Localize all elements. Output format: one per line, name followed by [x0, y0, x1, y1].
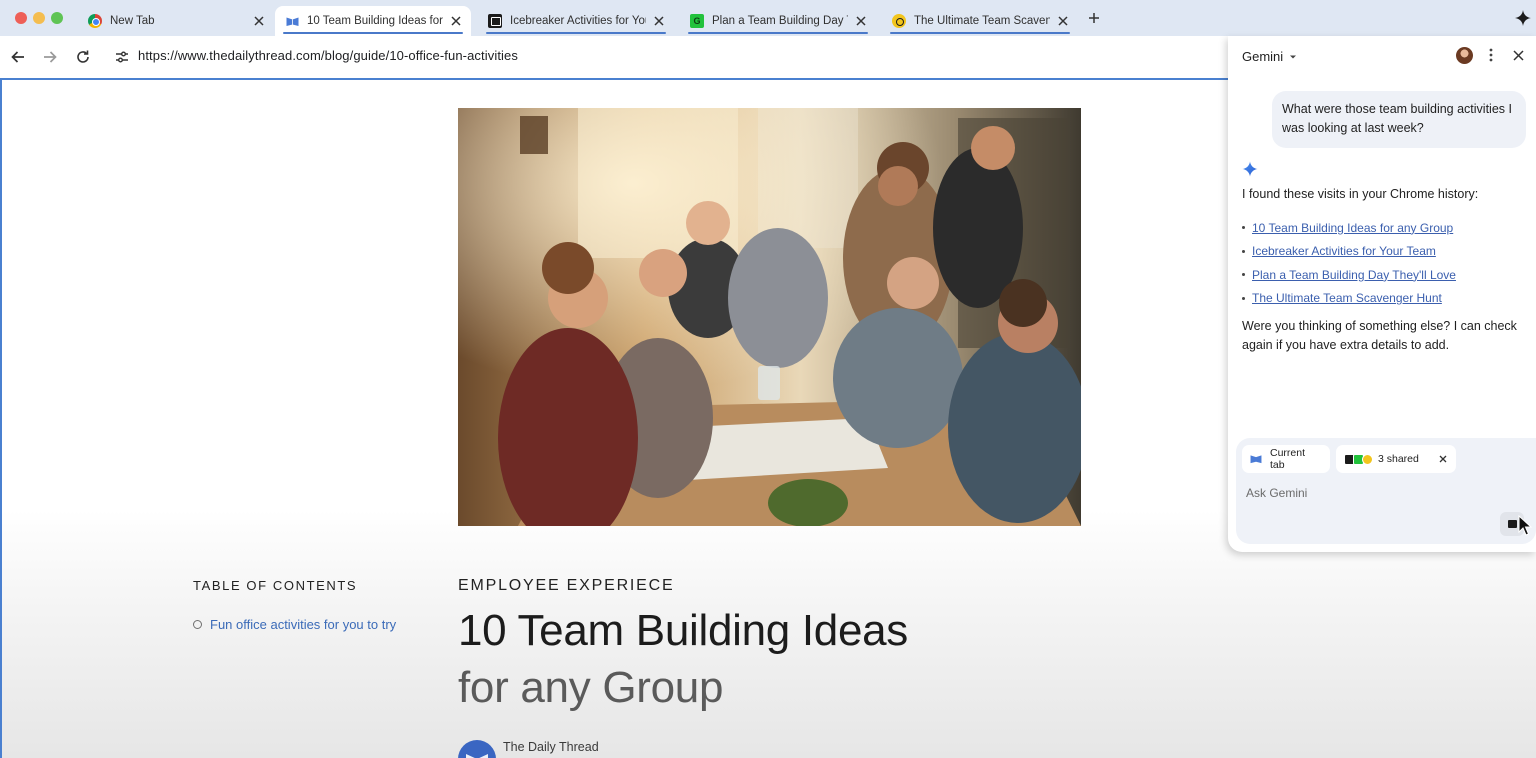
history-link[interactable]: 10 Team Building Ideas for any Group [1252, 221, 1453, 235]
bullet-icon [1242, 249, 1245, 253]
user-message-bubble: What were those team building activities… [1272, 91, 1526, 148]
reload-icon [77, 50, 89, 63]
green-g-icon: G [690, 14, 704, 28]
author-name: The Daily Thread [503, 740, 599, 754]
article-title-line1: 10 Team Building Ideas [458, 606, 909, 655]
toc-item-label: Fun office activities for you to try [210, 617, 397, 632]
history-link[interactable]: Icebreaker Activities for Your Team [1252, 244, 1436, 258]
tab-title: New Tab [110, 15, 155, 27]
article-kicker: EMPLOYEE EXPERIECE [458, 577, 675, 594]
gemini-panel: Gemini What were those team building act… [1228, 36, 1536, 552]
bullet-icon [1242, 273, 1245, 277]
address-bar-url[interactable]: https://www.thedailythread.com/blog/guid… [138, 48, 518, 63]
author-avatar [458, 740, 496, 758]
back-button[interactable] [8, 47, 28, 67]
arrow-left-icon [11, 51, 24, 63]
window-maximize-button[interactable] [51, 12, 63, 24]
tab-group-underline [688, 32, 868, 34]
browser-toolbar: https://www.thedailythread.com/blog/guid… [0, 36, 1228, 78]
tab-group-underline [486, 32, 666, 34]
tune-icon [116, 51, 128, 63]
tab-new-tab[interactable]: New Tab [78, 6, 274, 36]
ask-gemini-input[interactable]: Ask Gemini [1246, 486, 1307, 500]
current-tab-chip[interactable]: Current tab [1242, 445, 1330, 473]
close-icon[interactable] [449, 14, 463, 28]
bullet-icon [1242, 296, 1245, 300]
close-icon[interactable] [1056, 14, 1070, 28]
history-link-list: 10 Team Building Ideas for any Group Ice… [1242, 216, 1456, 310]
chrome-icon [88, 14, 102, 28]
book-icon [285, 14, 299, 28]
new-tab-button[interactable] [1086, 10, 1102, 26]
tab-title: The Ultimate Team Scavenger Hunt [914, 15, 1050, 27]
yellow-ring-icon [1362, 453, 1373, 465]
more-options-button[interactable] [1484, 46, 1498, 64]
close-panel-button[interactable] [1510, 47, 1526, 63]
forward-button[interactable] [40, 47, 60, 67]
bullet-icon [1242, 226, 1245, 230]
book-icon [1250, 453, 1262, 465]
shared-favicons [1344, 453, 1373, 465]
article-title: 10 Team Building Ideas for any Group [458, 602, 1078, 716]
tab-icebreaker-activities[interactable]: Icebreaker Activities for Your Team [478, 6, 674, 36]
circle-bullet-icon [193, 620, 202, 629]
gemini-response-followup: Were you thinking of something else? I c… [1242, 319, 1517, 352]
page-focus-border [0, 80, 2, 758]
list-item: The Ultimate Team Scavenger Hunt [1242, 287, 1456, 311]
history-link[interactable]: Plan a Team Building Day They'll Love [1252, 268, 1456, 282]
gemini-response-intro: I found these visits in your Chrome hist… [1242, 187, 1479, 201]
chip-label: Current tab [1270, 447, 1306, 471]
gemini-input-area: Current tab 3 shared Ask Gemini [1236, 438, 1536, 544]
shared-tabs-chip[interactable]: 3 shared [1336, 445, 1456, 473]
square-logo-icon [488, 14, 502, 28]
tab-group-underline [890, 32, 1070, 34]
close-icon[interactable] [652, 14, 666, 28]
tab-plan-team-building-day[interactable]: G Plan a Team Building Day They'll Love [680, 6, 876, 36]
article-title-line2: for any Group [458, 663, 724, 712]
list-item: 10 Team Building Ideas for any Group [1242, 216, 1456, 240]
list-item: Plan a Team Building Day They'll Love [1242, 263, 1456, 287]
book-logo-icon [466, 754, 488, 758]
window-minimize-button[interactable] [33, 12, 45, 24]
close-icon[interactable] [854, 14, 868, 28]
gemini-title: Gemini [1242, 49, 1284, 64]
remove-shared-icon[interactable] [1438, 454, 1448, 464]
tab-scavenger-hunt[interactable]: The Ultimate Team Scavenger Hunt [882, 6, 1078, 36]
site-settings-button[interactable] [112, 47, 132, 67]
yellow-ring-icon [892, 14, 906, 28]
user-avatar[interactable] [1456, 47, 1473, 64]
tab-title: Icebreaker Activities for Your Team [510, 15, 646, 27]
list-item: Icebreaker Activities for Your Team [1242, 240, 1456, 264]
hero-image [458, 108, 1081, 526]
plus-icon [1089, 13, 1099, 23]
window-close-button[interactable] [15, 12, 27, 24]
arrow-right-icon [44, 51, 57, 63]
reload-button[interactable] [73, 47, 93, 67]
chip-label: 3 shared [1378, 453, 1419, 465]
history-link[interactable]: The Ultimate Team Scavenger Hunt [1252, 291, 1442, 305]
caret-down-icon [1289, 53, 1297, 61]
tab-title: 10 Team Building Ideas for any Group [307, 15, 443, 27]
stop-icon [1507, 520, 1517, 528]
tab-group-underline [283, 32, 463, 34]
tab-strip: New Tab 10 Team Building Ideas for any G… [0, 0, 1536, 36]
gemini-sparkle-icon [1242, 161, 1258, 177]
toc-item[interactable]: Fun office activities for you to try [193, 617, 396, 632]
close-icon[interactable] [252, 14, 266, 28]
close-icon [1512, 49, 1524, 61]
gemini-model-menu[interactable]: Gemini [1242, 49, 1297, 64]
toc-heading: TABLE OF CONTENTS [193, 578, 358, 593]
tab-title: Plan a Team Building Day They'll Love [712, 15, 848, 27]
more-vert-icon [1489, 48, 1493, 62]
gemini-sparkle-button[interactable] [1514, 9, 1532, 27]
tab-team-building-ideas[interactable]: 10 Team Building Ideas for any Group [275, 6, 471, 36]
mouse-cursor-icon [1518, 515, 1532, 536]
